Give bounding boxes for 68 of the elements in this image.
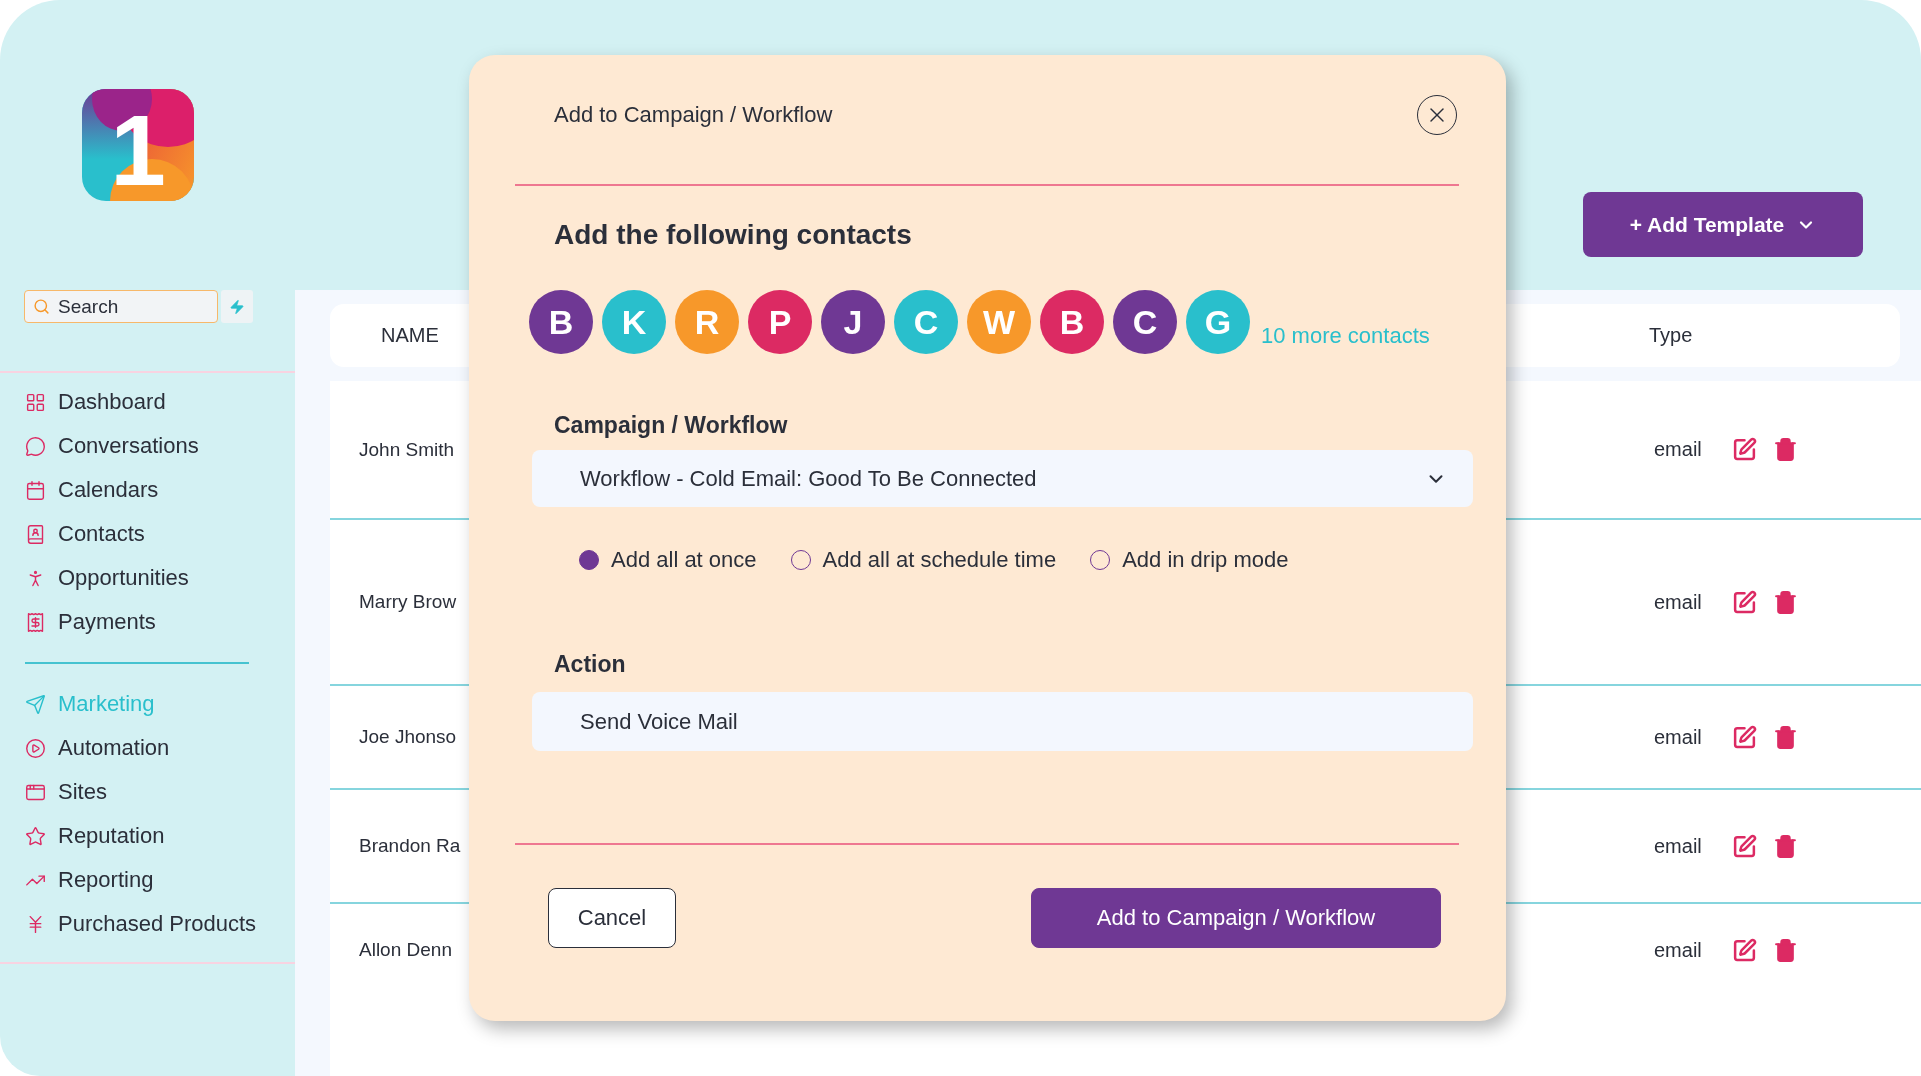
- nav-item[interactable]: Payments: [0, 600, 162, 644]
- nav-item[interactable]: Reputation: [0, 814, 171, 858]
- table-cell: email: [1654, 725, 1702, 749]
- nav-item[interactable]: Contacts: [0, 512, 151, 556]
- nav-item[interactable]: Reporting: [0, 858, 160, 902]
- edit-icon[interactable]: [1731, 724, 1757, 750]
- edit-icon[interactable]: [1731, 589, 1757, 615]
- cancel-button[interactable]: Cancel: [548, 888, 676, 948]
- calendar-icon: [25, 479, 46, 501]
- trash-icon[interactable]: [1772, 437, 1798, 462]
- edit-icon[interactable]: [1731, 833, 1757, 859]
- table-cell: email: [1654, 834, 1702, 858]
- contact-avatar: R: [675, 290, 739, 354]
- nav-item[interactable]: Sites: [0, 770, 113, 814]
- contact-avatar: B: [529, 290, 593, 354]
- trash-icon[interactable]: [1772, 937, 1798, 963]
- search-field[interactable]: Search: [24, 290, 218, 323]
- logo: 1: [82, 89, 194, 201]
- nav-item[interactable]: Purchased Products: [0, 902, 263, 946]
- contact-avatar: B: [1040, 290, 1104, 354]
- workflow-select[interactable]: Workflow - Cold Email: Good To Be Connected: [532, 450, 1473, 507]
- nav-item[interactable]: Opportunities: [0, 556, 195, 600]
- radio-label: Add in drip mode: [1122, 547, 1289, 573]
- contact-avatar: G: [1186, 290, 1250, 354]
- contact-avatar: C: [894, 290, 958, 354]
- trash-icon[interactable]: [1772, 833, 1798, 859]
- play-circle-icon: [25, 737, 46, 759]
- table-cell: email: [1654, 938, 1702, 962]
- edit-icon[interactable]: [1731, 437, 1757, 462]
- contact-avatar: W: [967, 290, 1031, 354]
- field-label: Campaign / Workflow: [553, 411, 789, 439]
- speech-bubble-icon: [25, 435, 46, 457]
- field-label: Action: [553, 650, 627, 678]
- nav-item[interactable]: Automation: [0, 726, 176, 770]
- action-field[interactable]: Send Voice Mail: [532, 692, 1473, 751]
- table-cell: Brandon Ra: [359, 835, 461, 857]
- table-cell: email: [1654, 438, 1702, 461]
- radio-label: Add all at once: [611, 547, 757, 573]
- nav-item[interactable]: Dashboard: [0, 380, 172, 424]
- receipt-icon: [25, 611, 46, 633]
- contact-avatar: C: [1113, 290, 1177, 354]
- edit-icon[interactable]: [1731, 937, 1757, 963]
- contact-book-icon: [25, 523, 46, 545]
- submit-button[interactable]: Add to Campaign / Workflow: [1031, 888, 1441, 948]
- column-header: NAME: [381, 324, 439, 347]
- radio-label: Add all at schedule time: [822, 547, 1057, 573]
- add-template-button[interactable]: + Add Template: [1583, 192, 1863, 257]
- search-icon: [33, 298, 50, 315]
- contact-avatar: K: [602, 290, 666, 354]
- table-cell: email: [1654, 590, 1702, 614]
- table-cell: Allon Denn: [359, 939, 452, 961]
- table-cell: Joe Jhonso: [359, 726, 457, 748]
- table-cell: John Smith: [359, 438, 455, 461]
- contact-avatar: P: [748, 290, 812, 354]
- column-header: Type: [1649, 324, 1694, 347]
- section-heading: Add the following contacts: [553, 218, 913, 252]
- contact-avatar: J: [821, 290, 885, 354]
- lightning-icon: [229, 298, 245, 315]
- star-icon: [25, 825, 46, 847]
- radio-button[interactable]: [579, 550, 599, 570]
- trash-icon[interactable]: [1772, 589, 1798, 615]
- table-cell: Marry Brow: [359, 591, 457, 613]
- trash-icon[interactable]: [1772, 724, 1798, 750]
- dialog-title: Add to Campaign / Workflow: [554, 101, 833, 129]
- grid-icon: [25, 391, 46, 413]
- paper-plane-icon: [25, 693, 46, 715]
- nav-item[interactable]: Conversations: [0, 424, 205, 468]
- nav-item[interactable]: Calendars: [0, 468, 165, 512]
